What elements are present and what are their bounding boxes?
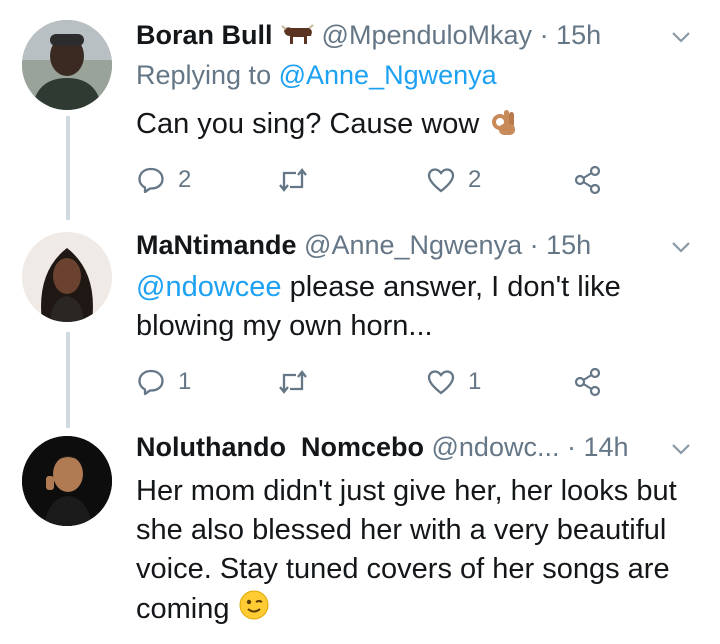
- like-button[interactable]: 1: [426, 364, 481, 400]
- tweet[interactable]: Noluthando Nomcebo @ndowc... · 14h Her m…: [0, 430, 720, 644]
- tweet-text-line: blowing my own horn...: [136, 310, 433, 342]
- tweet-actions: 1 1: [136, 364, 616, 400]
- ok-hand-emoji-icon: [487, 104, 519, 147]
- display-name[interactable]: MaNtimande: [136, 230, 297, 260]
- timestamp[interactable]: · 14h: [567, 432, 629, 462]
- reply-button[interactable]: 2: [136, 162, 191, 198]
- tweet-text-line: please answer, I don't like: [281, 271, 621, 303]
- reply-count: 1: [178, 368, 192, 395]
- tweet-text-content: Can you sing? Cause wow: [136, 108, 480, 141]
- retweet-icon: [276, 165, 310, 195]
- reply-icon: [136, 367, 166, 397]
- replying-to: Replying to @Anne_Ngwenya: [136, 58, 497, 92]
- share-icon: [572, 164, 604, 196]
- mention-link[interactable]: @ndowcee: [136, 271, 282, 303]
- tweet[interactable]: Boran Bull @MpenduloMkay · 15h Replying …: [0, 0, 720, 210]
- like-count: 2: [468, 166, 482, 193]
- tweet-header: Noluthando Nomcebo @ndowc... · 14h: [136, 430, 680, 464]
- chevron-down-icon[interactable]: [668, 234, 694, 260]
- display-name[interactable]: Noluthando Nomcebo: [136, 432, 424, 462]
- tweet-actions: 2 2: [136, 162, 616, 198]
- share-icon: [572, 366, 604, 398]
- timestamp[interactable]: · 15h: [530, 230, 592, 260]
- tweet-text-line: Her mom didn't just give her, her looks …: [136, 475, 677, 507]
- handle[interactable]: @ndowc...: [432, 432, 560, 462]
- retweet-icon: [276, 367, 310, 397]
- tweet-text-line: voice. Stay tuned covers of her songs ar…: [136, 553, 670, 585]
- tweet-header: MaNtimande @Anne_Ngwenya · 15h: [136, 228, 680, 262]
- like-button[interactable]: 2: [426, 162, 481, 198]
- like-icon: [426, 367, 456, 397]
- share-button[interactable]: [572, 364, 604, 400]
- avatar[interactable]: [22, 20, 112, 110]
- reply-icon: [136, 165, 166, 195]
- like-count: 1: [468, 368, 482, 395]
- replying-to-label: Replying to: [136, 60, 272, 90]
- avatar[interactable]: [22, 232, 112, 322]
- like-icon: [426, 165, 456, 195]
- tweet-text: Her mom didn't just give her, her looks …: [136, 472, 700, 632]
- tweet-text: Can you sing? Cause wow: [136, 104, 700, 147]
- reply-button[interactable]: 1: [136, 364, 191, 400]
- tweet-header: Boran Bull @MpenduloMkay · 15h: [136, 18, 680, 54]
- tweet[interactable]: MaNtimande @Anne_Ngwenya · 15h @ndowcee …: [0, 218, 720, 430]
- retweet-button[interactable]: [276, 162, 322, 198]
- tweet-text-line: coming: [136, 593, 230, 626]
- tweet-text: @ndowcee please answer, I don't like blo…: [136, 268, 700, 346]
- retweet-button[interactable]: [276, 364, 322, 400]
- winking-face-emoji-icon: [238, 589, 270, 632]
- chevron-down-icon[interactable]: [668, 24, 694, 50]
- share-button[interactable]: [572, 162, 604, 198]
- reply-count: 2: [178, 166, 192, 193]
- tweet-text-line: she also blessed her with a very beautif…: [136, 514, 667, 546]
- display-name[interactable]: Boran Bull: [136, 20, 273, 50]
- handle[interactable]: @MpenduloMkay: [322, 20, 533, 50]
- timestamp[interactable]: · 15h: [540, 20, 602, 50]
- replying-to-link[interactable]: @Anne_Ngwenya: [279, 60, 497, 90]
- chevron-down-icon[interactable]: [668, 436, 694, 462]
- avatar[interactable]: [22, 436, 112, 526]
- ox-emoji-icon: [280, 20, 314, 54]
- handle[interactable]: @Anne_Ngwenya: [304, 230, 522, 260]
